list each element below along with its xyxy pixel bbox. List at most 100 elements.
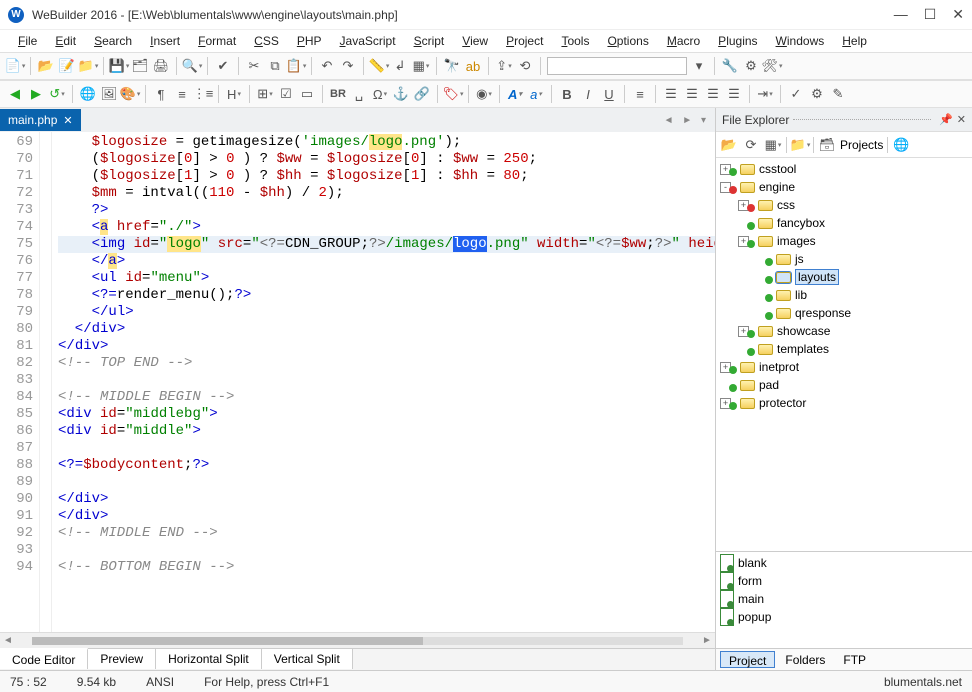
file-popup[interactable]: popup — [720, 608, 968, 626]
menu-view[interactable]: View — [454, 32, 496, 50]
bottom-tab-code-editor[interactable]: Code Editor — [0, 648, 88, 669]
align-left-icon[interactable]: ≡ — [631, 85, 649, 103]
file-tab-main[interactable]: main.php ✕ — [0, 109, 81, 131]
layout-icon[interactable]: ▦ — [412, 57, 430, 75]
print-icon[interactable]: 🖨 — [152, 57, 170, 75]
bottom-tab-horizontal-split[interactable]: Horizontal Split — [156, 648, 262, 669]
list-ol-icon[interactable]: ≡ — [173, 85, 191, 103]
omega-icon[interactable]: Ω — [371, 85, 389, 103]
justify-left-icon[interactable]: ☰ — [662, 85, 680, 103]
explorer-tab-folders[interactable]: Folders — [777, 651, 833, 668]
tool3-icon[interactable]: 🛠 — [763, 57, 781, 75]
menu-format[interactable]: Format — [190, 32, 244, 50]
menu-file[interactable]: File — [10, 32, 45, 50]
menu-options[interactable]: Options — [599, 32, 656, 50]
ruler-icon[interactable]: 📏 — [370, 57, 388, 75]
horizontal-scrollbar[interactable]: ◄► — [0, 632, 715, 648]
font-icon[interactable]: A — [506, 85, 524, 103]
tool2-icon[interactable]: ⚙ — [742, 57, 760, 75]
projects-label[interactable]: Projects — [840, 138, 883, 152]
menu-css[interactable]: CSS — [246, 32, 287, 50]
bottom-tab-vertical-split[interactable]: Vertical Split — [262, 648, 353, 669]
underline-icon[interactable]: U — [600, 85, 618, 103]
menu-insert[interactable]: Insert — [142, 32, 188, 50]
fontstyle-icon[interactable]: a — [527, 85, 545, 103]
search-icon[interactable]: 🔍 — [183, 57, 201, 75]
tree-node-js[interactable]: js — [716, 250, 972, 268]
tree-node-fancybox[interactable]: fancybox — [716, 214, 972, 232]
open-project-icon[interactable]: 📂 — [37, 57, 55, 75]
form-icon[interactable]: ☑ — [277, 85, 295, 103]
menu-project[interactable]: Project — [498, 32, 551, 50]
color-icon[interactable]: 🎨 — [121, 85, 139, 103]
code-editor[interactable]: 6970717273747576777879808182838485868788… — [0, 132, 715, 632]
projects-icon[interactable]: 🗃 — [818, 136, 836, 154]
menu-windows[interactable]: Windows — [768, 32, 833, 50]
menu-tools[interactable]: Tools — [553, 32, 597, 50]
nbsp-icon[interactable]: ␣ — [350, 85, 368, 103]
tree-node-layouts[interactable]: layouts — [716, 268, 972, 286]
bold-icon[interactable]: B — [558, 85, 576, 103]
close-tab-icon[interactable]: ✕ — [63, 114, 72, 127]
picture-icon[interactable]: 🖼 — [100, 85, 118, 103]
menu-javascript[interactable]: JavaScript — [332, 32, 404, 50]
menu-macro[interactable]: Macro — [659, 32, 708, 50]
tag-icon[interactable]: 🏷 — [444, 85, 462, 103]
open-folder-icon[interactable]: 📁 — [791, 136, 809, 154]
tree-node-pad[interactable]: pad — [716, 376, 972, 394]
heading-icon[interactable]: H — [225, 85, 243, 103]
edit-project-icon[interactable]: 📝 — [58, 57, 76, 75]
save-all-icon[interactable]: 🗂 — [131, 57, 149, 75]
div-icon[interactable]: ▭ — [298, 85, 316, 103]
link-icon[interactable]: 🔗 — [413, 85, 431, 103]
indent-icon[interactable]: ⇥ — [756, 85, 774, 103]
copy-icon[interactable]: ⧉ — [266, 57, 284, 75]
tree-node-images[interactable]: +images — [716, 232, 972, 250]
redo-icon[interactable]: ↷ — [339, 57, 357, 75]
tree-node-css[interactable]: +css — [716, 196, 972, 214]
markup-icon[interactable]: ✎ — [829, 85, 847, 103]
explorer-tab-project[interactable]: Project — [720, 651, 775, 668]
minimize-button[interactable]: — — [894, 6, 908, 23]
italic-icon[interactable]: I — [579, 85, 597, 103]
open-file-icon[interactable]: 📁 — [79, 57, 97, 75]
justify-full-icon[interactable]: ☰ — [725, 85, 743, 103]
find-replace-icon[interactable]: ab — [464, 57, 482, 75]
globe2-icon[interactable]: 🌐 — [892, 136, 910, 154]
refresh-icon[interactable]: ⟳ — [742, 136, 760, 154]
menu-help[interactable]: Help — [834, 32, 875, 50]
binoculars-icon[interactable]: 🔭 — [443, 57, 461, 75]
tree-node-lib[interactable]: lib — [716, 286, 972, 304]
table-icon[interactable]: ⊞ — [256, 85, 274, 103]
tree-node-templates[interactable]: templates — [716, 340, 972, 358]
explorer-tab-ftp[interactable]: FTP — [835, 651, 874, 668]
file-form[interactable]: form — [720, 572, 968, 590]
addr-go-icon[interactable]: ▾ — [690, 57, 708, 75]
spellcheck-icon[interactable]: ✔ — [214, 57, 232, 75]
close-panel-icon[interactable]: ✕ — [957, 113, 966, 126]
wordwrap-icon[interactable]: ↲ — [391, 57, 409, 75]
globe-icon[interactable]: 🌐 — [79, 85, 97, 103]
save-icon[interactable]: 💾 — [110, 57, 128, 75]
paste-icon[interactable]: 📋 — [287, 57, 305, 75]
back-icon[interactable]: ◀ — [6, 85, 24, 103]
tree-node-qresponse[interactable]: qresponse — [716, 304, 972, 322]
menu-plugins[interactable]: Plugins — [710, 32, 765, 50]
tree-node-engine[interactable]: -engine — [716, 178, 972, 196]
new-file-icon[interactable]: 📄 — [6, 57, 24, 75]
folder-up-icon[interactable]: 📂 — [720, 136, 738, 154]
pin-icon[interactable]: 📌 — [939, 113, 953, 126]
view-icon[interactable]: ▦ — [764, 136, 782, 154]
address-combo[interactable] — [547, 57, 687, 75]
menu-edit[interactable]: Edit — [47, 32, 84, 50]
history-icon[interactable]: ↺ — [48, 85, 66, 103]
cut-icon[interactable]: ✂ — [245, 57, 263, 75]
gear-icon[interactable]: ⚙ — [808, 85, 826, 103]
br-icon[interactable]: BR — [329, 85, 347, 103]
tree-node-csstool[interactable]: +csstool — [716, 160, 972, 178]
tree-node-inetprot[interactable]: +inetprot — [716, 358, 972, 376]
bottom-tab-preview[interactable]: Preview — [88, 648, 156, 669]
menu-search[interactable]: Search — [86, 32, 140, 50]
maximize-button[interactable]: ☐ — [924, 6, 937, 23]
forward-icon[interactable]: ▶ — [27, 85, 45, 103]
